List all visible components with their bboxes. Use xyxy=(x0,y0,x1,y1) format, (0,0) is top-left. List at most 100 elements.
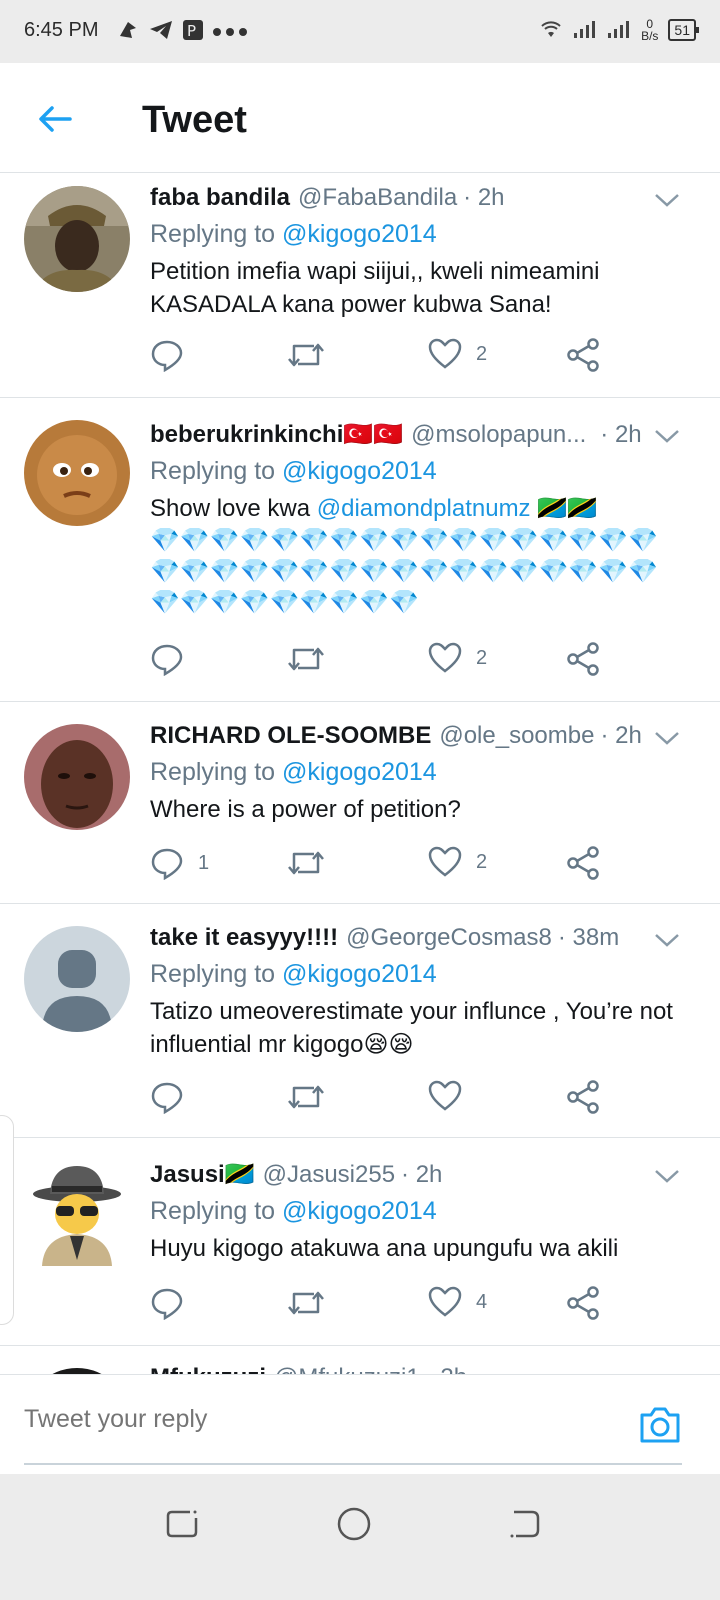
retweet-button[interactable] xyxy=(286,1080,326,1114)
reply-button[interactable] xyxy=(150,642,198,676)
reply-button[interactable] xyxy=(150,1080,198,1114)
like-button[interactable]: 2 xyxy=(428,846,487,878)
tweet-time: · 2h xyxy=(401,1160,443,1188)
replies-feed[interactable]: faba bandila @FabaBandila · 2h Replying … xyxy=(0,174,720,1374)
signal-icon-1 xyxy=(573,19,597,42)
retweet-icon xyxy=(288,647,324,671)
avatar[interactable] xyxy=(24,926,130,1032)
retweet-button[interactable] xyxy=(286,846,326,880)
heart-icon xyxy=(428,1286,462,1317)
reply-tweet[interactable]: Jasusi🇹🇿 @Jasusi255 · 2h Replying to @ki… xyxy=(0,1138,720,1346)
tweet-menu-button[interactable] xyxy=(652,426,682,446)
chevron-down-icon xyxy=(655,732,679,745)
reply-button[interactable] xyxy=(150,338,198,372)
heart-icon xyxy=(428,846,462,877)
reply-button[interactable]: 1 xyxy=(150,846,209,880)
reply-tweet[interactable]: RICHARD OLE-SOOMBE @ole_soombe · 2h Repl… xyxy=(0,702,720,904)
author-handle[interactable]: @Mfukuzuzi1 xyxy=(274,1364,420,1374)
wifi-icon xyxy=(539,19,563,42)
app-notification-icon xyxy=(116,18,140,47)
page-title: Tweet xyxy=(142,99,247,141)
tweet-menu-button[interactable] xyxy=(652,1166,682,1186)
replying-to-mention[interactable]: @kigogo2014 xyxy=(282,758,437,786)
camera-icon xyxy=(640,1407,680,1443)
default-avatar-icon xyxy=(24,926,130,1032)
retweet-icon xyxy=(288,1291,324,1315)
like-count: 2 xyxy=(476,646,488,669)
tweet-menu-button[interactable] xyxy=(652,728,682,748)
author-handle[interactable]: @FabaBandila xyxy=(298,184,457,212)
replying-to-mention[interactable]: @kigogo2014 xyxy=(282,1197,437,1225)
replying-to-line: Replying to @kigogo2014 xyxy=(150,220,437,248)
share-button[interactable] xyxy=(566,846,600,880)
recents-icon xyxy=(166,1510,198,1538)
back-button[interactable] xyxy=(34,97,78,141)
like-button[interactable]: 2 xyxy=(428,642,487,674)
share-button[interactable] xyxy=(566,642,600,676)
author-handle[interactable]: @GeorgeCosmas8 xyxy=(346,924,552,952)
home-circle-icon xyxy=(337,1507,371,1541)
like-button[interactable] xyxy=(428,1080,476,1112)
heart-icon xyxy=(428,642,462,673)
gem-emoji-line: 💎💎💎💎💎💎💎💎💎💎💎💎💎💎💎💎💎 xyxy=(150,527,659,554)
like-count: 4 xyxy=(476,1290,488,1313)
retweet-button[interactable] xyxy=(286,642,326,676)
top-app-bar: Tweet xyxy=(0,63,720,173)
tweet-time: · 2h xyxy=(463,184,505,211)
tweet-time: · 2h xyxy=(600,420,642,448)
reply-icon xyxy=(151,1082,183,1114)
author-name[interactable]: Mfukuzuzi xyxy=(150,1364,266,1374)
input-underline xyxy=(24,1463,682,1465)
reply-input[interactable] xyxy=(24,1405,584,1434)
tweet-time: · 2h xyxy=(426,1364,467,1374)
floating-side-tab[interactable] xyxy=(0,1115,14,1325)
replying-to-mention[interactable]: @kigogo2014 xyxy=(282,960,437,988)
reply-button[interactable] xyxy=(150,1286,198,1320)
tweet-time: · 2h xyxy=(600,722,642,749)
author-name[interactable]: Jasusi🇹🇿 xyxy=(150,1160,255,1189)
reply-icon xyxy=(151,1288,183,1320)
author-name[interactable]: beberukrinkinchi🇹🇷🇹🇷 xyxy=(150,420,403,449)
replying-to-mention[interactable]: @kigogo2014 xyxy=(282,457,437,485)
author-handle[interactable]: @ole_soombe xyxy=(439,722,594,750)
author-name[interactable]: faba bandila xyxy=(150,184,290,212)
battery-indicator: 51 xyxy=(668,19,699,41)
recent-apps-button[interactable] xyxy=(162,1504,202,1544)
replying-to-mention[interactable]: @kigogo2014 xyxy=(282,220,437,248)
share-icon xyxy=(567,1286,599,1320)
reply-tweet[interactable]: Mfukuzuzi @Mfukuzuzi1 · 2h xyxy=(0,1346,720,1374)
tweet-actions: 4 xyxy=(150,1286,630,1326)
spy-emoji-avatar xyxy=(24,1160,130,1266)
author-name[interactable]: take it easyyy!!!! xyxy=(150,924,338,952)
retweet-button[interactable] xyxy=(286,338,326,372)
avatar[interactable] xyxy=(24,724,130,830)
tweet-menu-button[interactable] xyxy=(652,190,682,210)
author-handle[interactable]: @msolopapun... xyxy=(411,421,586,449)
home-button[interactable] xyxy=(334,1504,374,1544)
share-button[interactable] xyxy=(566,1080,600,1114)
like-button[interactable]: 2 xyxy=(428,338,487,370)
avatar[interactable] xyxy=(24,1160,130,1266)
share-button[interactable] xyxy=(566,1286,600,1320)
reply-tweet[interactable]: beberukrinkinchi🇹🇷🇹🇷 @msolopapun... · 2h… xyxy=(0,398,720,702)
retweet-button[interactable] xyxy=(286,1286,326,1320)
like-count: 2 xyxy=(476,850,488,873)
tweet-actions: 1 2 xyxy=(150,846,630,886)
share-button[interactable] xyxy=(566,338,600,372)
tweet-menu-button[interactable] xyxy=(652,930,682,950)
back-nav-button[interactable] xyxy=(504,1504,544,1544)
tweet-text: Where is a power of petition? xyxy=(150,796,461,823)
signal-icon-2 xyxy=(607,19,631,42)
author-handle[interactable]: @Jasusi255 xyxy=(263,1161,395,1189)
author-name[interactable]: RICHARD OLE-SOOMBE xyxy=(150,722,431,750)
reply-tweet[interactable]: take it easyyy!!!! @GeorgeCosmas8 · 38m … xyxy=(0,904,720,1138)
avatar[interactable] xyxy=(24,186,130,292)
reply-tweet[interactable]: faba bandila @FabaBandila · 2h Replying … xyxy=(0,174,720,398)
retweet-icon xyxy=(288,851,324,875)
mention-link[interactable]: @diamondplatnumz xyxy=(317,495,531,522)
avatar[interactable] xyxy=(24,420,130,526)
like-button[interactable]: 4 xyxy=(428,1286,487,1318)
reply-composer xyxy=(0,1374,720,1474)
share-icon xyxy=(567,338,599,372)
camera-button[interactable] xyxy=(638,1405,682,1445)
